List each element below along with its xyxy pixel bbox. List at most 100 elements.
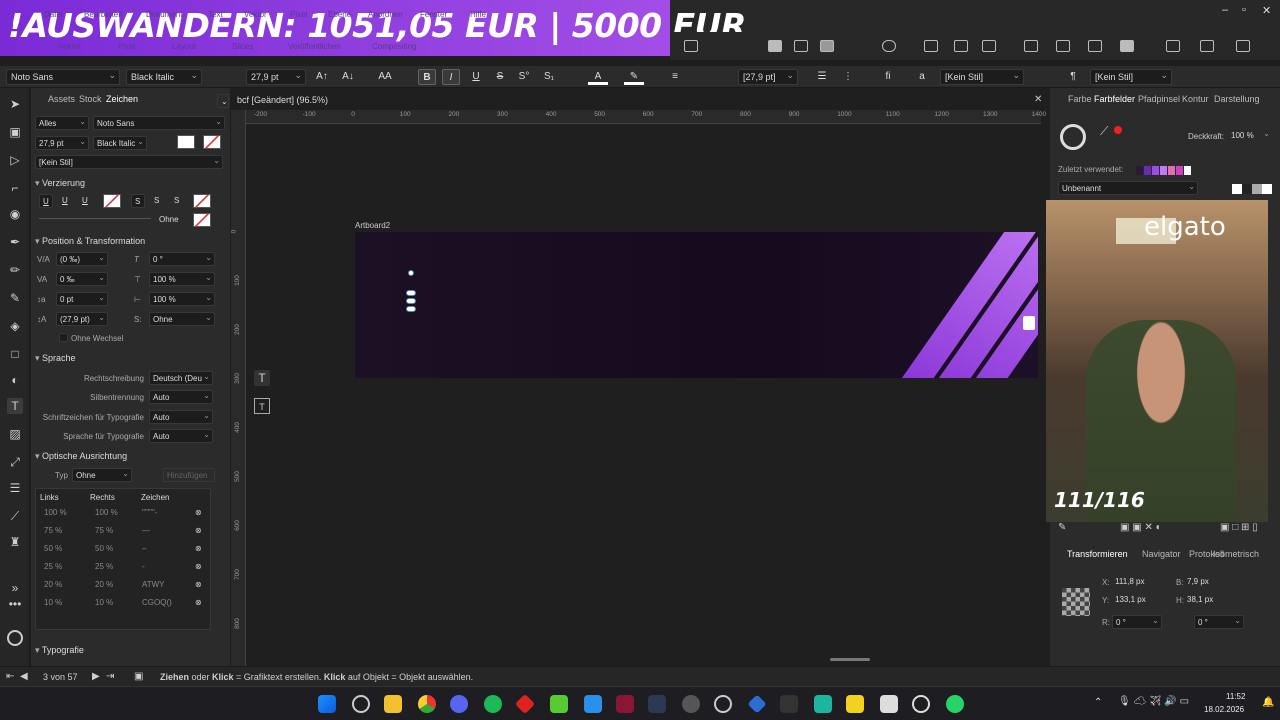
chatgpt-icon[interactable] xyxy=(912,695,930,713)
windows-start-icon[interactable] xyxy=(318,695,336,713)
pages-icon[interactable]: ▣ xyxy=(134,671,143,682)
opacity-field[interactable]: 100 % xyxy=(1228,129,1272,143)
optical-chars-value[interactable]: - xyxy=(142,562,145,571)
move-tool-icon[interactable]: ➤ xyxy=(7,96,23,112)
persona-pixel[interactable]: Pixel xyxy=(118,42,135,51)
remove-row-icon[interactable]: ⊗ xyxy=(195,580,202,589)
maximize-icon[interactable]: ▫ xyxy=(1242,4,1246,16)
minimize-icon[interactable]: – xyxy=(1222,4,1228,16)
underline-button[interactable]: U xyxy=(468,69,484,85)
palette-select[interactable]: Unbenannt xyxy=(1058,181,1198,195)
optical-left-value[interactable]: 10 % xyxy=(44,598,62,607)
font-family-select[interactable]: Noto Sans xyxy=(6,69,120,85)
decoration-slider[interactable] xyxy=(39,218,151,219)
artboard[interactable] xyxy=(355,232,1038,378)
horizontal-scrollbar[interactable] xyxy=(830,658,870,661)
shrink-font-button[interactable]: A↓ xyxy=(340,69,356,85)
optical-chars-value[interactable]: – xyxy=(142,544,146,553)
affinity-icon[interactable] xyxy=(616,695,634,713)
typo-chars-select[interactable]: Auto xyxy=(149,410,213,424)
size-select[interactable]: 27,9 pt xyxy=(35,136,89,150)
optical-chars-value[interactable]: """'"- xyxy=(142,508,158,517)
optical-left-value[interactable]: 20 % xyxy=(44,580,62,589)
section-decoration[interactable]: Verzierung xyxy=(35,178,85,189)
decoration-color-swatch[interactable] xyxy=(103,194,121,208)
paragraph-style-select[interactable]: [Kein Stil] xyxy=(1090,69,1172,85)
persona-vektor[interactable]: Vektor xyxy=(58,42,81,51)
prev-page-icon[interactable]: ◀ xyxy=(20,671,28,682)
menu-item-datei[interactable]: Datei xyxy=(44,10,63,19)
spotify-icon[interactable] xyxy=(484,695,502,713)
crop-icon[interactable] xyxy=(982,40,996,52)
brush-tool-icon[interactable]: ✎ xyxy=(7,290,23,306)
text-stroke-swatch[interactable] xyxy=(203,135,221,149)
underline-thick-button[interactable]: U xyxy=(79,194,93,208)
search-icon[interactable] xyxy=(352,695,370,713)
tab-farbfelder[interactable]: Farbfelder xyxy=(1094,94,1135,104)
optical-right-value[interactable]: 75 % xyxy=(95,526,113,535)
font-select[interactable]: Noto Sans xyxy=(93,116,225,130)
boolean-icon[interactable] xyxy=(1120,40,1134,52)
artistic-text-icon[interactable]: T xyxy=(254,370,270,386)
flip-icon[interactable] xyxy=(1024,40,1038,52)
font-style-select[interactable]: Black Italic xyxy=(126,69,202,85)
optical-left-value[interactable]: 25 % xyxy=(44,562,62,571)
transform-icon[interactable] xyxy=(924,40,938,52)
tab-farbe[interactable]: Farbe xyxy=(1068,94,1092,104)
node-tool-icon[interactable]: ▷ xyxy=(7,152,23,168)
tab-transformieren[interactable]: Transformieren xyxy=(1067,549,1128,559)
optical-left-value[interactable]: 50 % xyxy=(44,544,62,553)
no-break-checkbox[interactable] xyxy=(59,333,68,342)
recent-color-swatch[interactable] xyxy=(1184,166,1191,175)
optical-right-value[interactable]: 10 % xyxy=(95,598,113,607)
x-field[interactable]: 111,8 px xyxy=(1112,575,1170,589)
persona-slices[interactable]: Slices xyxy=(232,42,253,51)
persona-compositing[interactable]: Compositing xyxy=(372,42,416,51)
eyedropper-tool-icon[interactable]: ⟋ xyxy=(7,508,23,524)
y-field[interactable]: 133,1 px xyxy=(1112,593,1170,607)
tab-stock[interactable]: Stock xyxy=(79,94,102,104)
char-style-icon[interactable]: a xyxy=(914,69,930,85)
app-red-icon[interactable] xyxy=(514,693,536,715)
menu-item-anordnen[interactable]: Anordnen xyxy=(368,10,403,19)
palette-tools-icon[interactable]: ▣ □ ⊞ ▯ xyxy=(1220,522,1258,533)
boolean-add-icon[interactable] xyxy=(882,40,896,52)
scope-select[interactable]: Alles xyxy=(35,116,89,130)
tab-navigator[interactable]: Navigator xyxy=(1142,549,1181,559)
menu-item-dokument[interactable]: Dokument xyxy=(146,10,182,19)
strikethrough-button[interactable]: S xyxy=(492,69,508,85)
highlight-color-icon[interactable]: ✎ xyxy=(624,69,644,85)
ligature-icon[interactable]: fi xyxy=(880,69,896,85)
remove-row-icon[interactable]: ⊗ xyxy=(195,562,202,571)
app-teal-icon[interactable] xyxy=(814,695,832,713)
font-size-select[interactable]: 27,9 pt xyxy=(246,69,306,85)
subscript-button[interactable]: S₁ xyxy=(540,69,558,85)
recent-color-swatch[interactable] xyxy=(1136,166,1143,175)
view-tool-icon[interactable]: ◉ xyxy=(7,206,23,222)
edit-icon[interactable]: ✎ xyxy=(1058,522,1066,533)
leading-select[interactable]: [27,9 pt] xyxy=(738,69,798,85)
section-optical[interactable]: Optische Ausrichtung xyxy=(35,451,127,462)
steam-icon[interactable] xyxy=(648,695,666,713)
whatsapp-icon[interactable] xyxy=(946,695,964,713)
style-select[interactable]: Black Italic xyxy=(93,136,147,150)
pencil-tool-icon[interactable]: ✏ xyxy=(7,262,23,278)
app-white-icon[interactable] xyxy=(880,695,898,713)
italic-button[interactable]: I xyxy=(442,69,460,85)
remove-row-icon[interactable]: ⊗ xyxy=(195,598,202,607)
persona-publish[interactable]: Veröffentlichen xyxy=(288,42,341,51)
numbering-icon[interactable]: ⋮ xyxy=(840,69,856,85)
more-tools-icon[interactable]: ••• xyxy=(7,596,23,612)
pen-tool-icon[interactable]: ✒ xyxy=(7,234,23,250)
intersect-icon[interactable] xyxy=(1200,40,1214,52)
caps-button[interactable]: AA xyxy=(376,69,394,85)
arrange-front-icon[interactable] xyxy=(820,40,834,52)
hscale-field[interactable]: 100 % xyxy=(149,292,215,306)
menu-item-text[interactable]: Text xyxy=(208,10,223,19)
strike-color-swatch[interactable] xyxy=(193,194,211,208)
char-style-select[interactable]: [Kein Stil] xyxy=(940,69,1024,85)
grey-swatches[interactable] xyxy=(1232,184,1272,194)
stamp-tool-icon[interactable]: ♜ xyxy=(7,534,23,550)
obs-icon[interactable] xyxy=(682,695,700,713)
decoration-line-swatch[interactable] xyxy=(193,213,211,227)
